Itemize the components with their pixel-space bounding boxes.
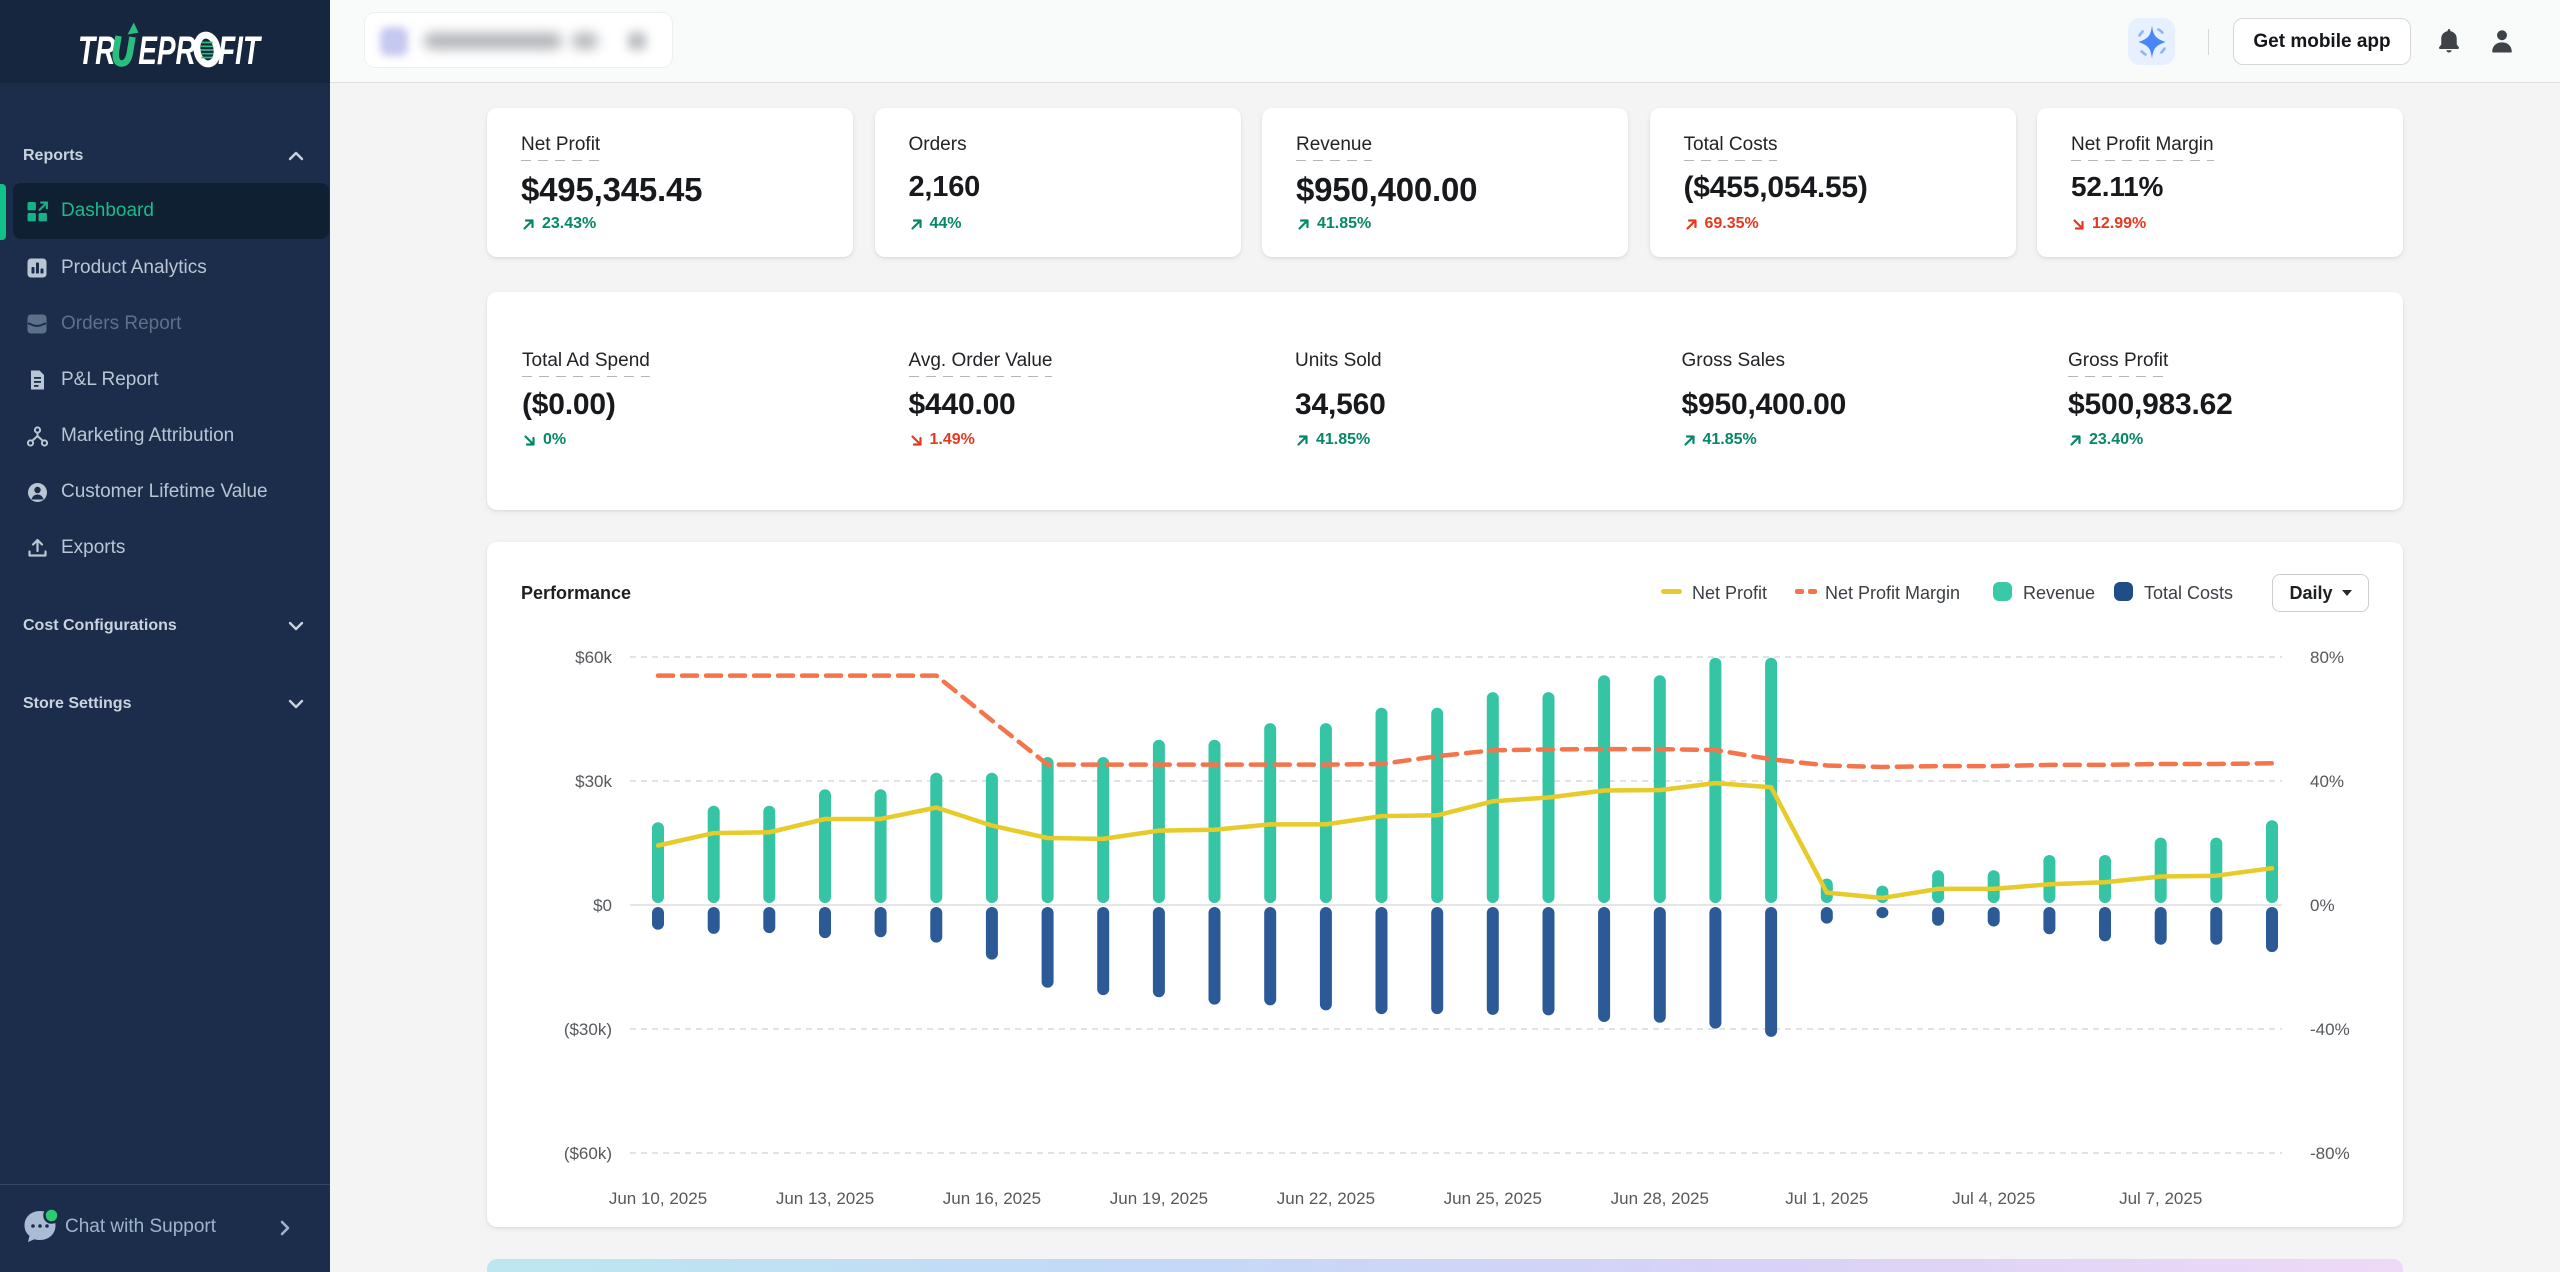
svg-text:FIT: FIT: [218, 29, 262, 70]
svg-text:Jun 16, 2025: Jun 16, 2025: [943, 1189, 1041, 1208]
svg-text:Jun 22, 2025: Jun 22, 2025: [1277, 1189, 1375, 1208]
svg-text:EPR: EPR: [138, 29, 196, 70]
svg-text:80%: 80%: [2310, 648, 2344, 667]
svg-text:Jul 4, 2025: Jul 4, 2025: [1952, 1189, 2035, 1208]
svg-text:-40%: -40%: [2310, 1020, 2350, 1039]
svg-text:($60k): ($60k): [564, 1144, 612, 1163]
svg-text:Jul 7, 2025: Jul 7, 2025: [2119, 1189, 2202, 1208]
svg-text:40%: 40%: [2310, 772, 2344, 791]
svg-text:$30k: $30k: [575, 772, 612, 791]
svg-text:Jun 28, 2025: Jun 28, 2025: [1611, 1189, 1709, 1208]
svg-text:Jun 10, 2025: Jun 10, 2025: [609, 1189, 707, 1208]
svg-text:0%: 0%: [2310, 896, 2335, 915]
svg-text:$60k: $60k: [575, 648, 612, 667]
svg-text:TR: TR: [78, 29, 115, 70]
svg-text:Jul 1, 2025: Jul 1, 2025: [1785, 1189, 1868, 1208]
svg-text:$0: $0: [593, 896, 612, 915]
svg-text:-80%: -80%: [2310, 1144, 2350, 1163]
svg-text:Jun 19, 2025: Jun 19, 2025: [1110, 1189, 1208, 1208]
svg-text:($30k): ($30k): [564, 1020, 612, 1039]
svg-text:Jun 13, 2025: Jun 13, 2025: [776, 1189, 874, 1208]
svg-text:Jun 25, 2025: Jun 25, 2025: [1444, 1189, 1542, 1208]
